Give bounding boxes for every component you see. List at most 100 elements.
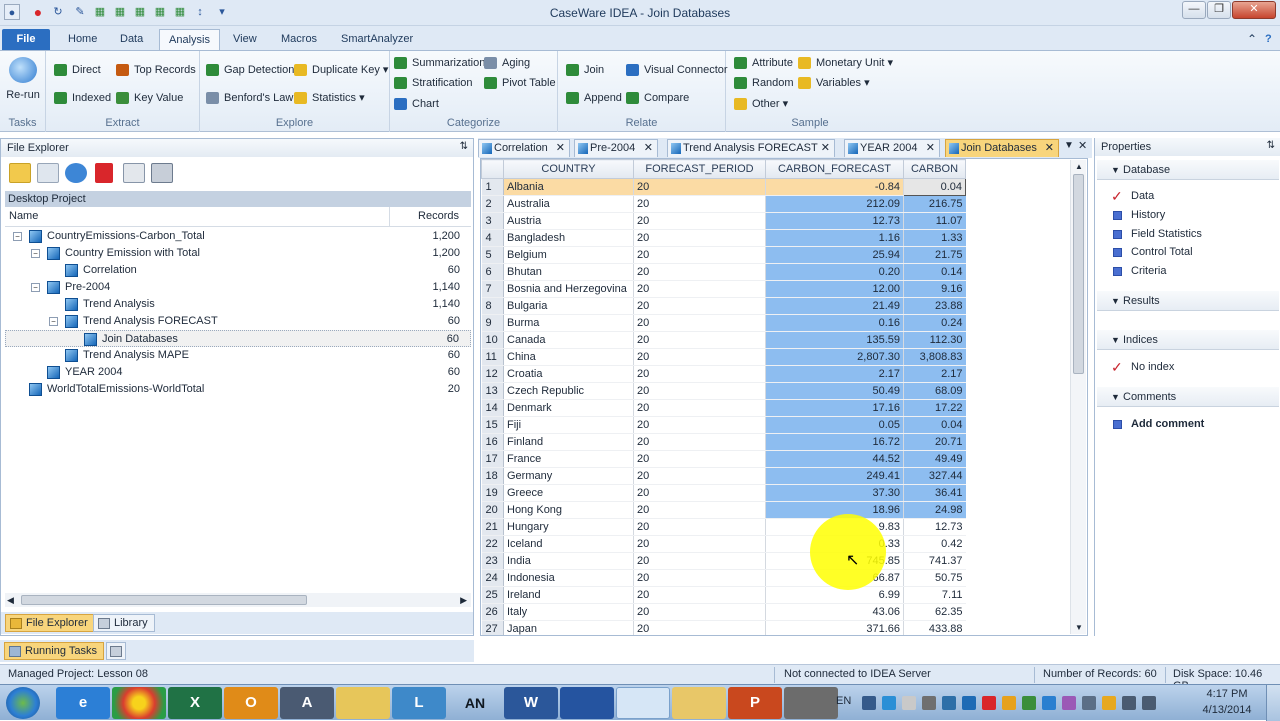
tray-icon[interactable] [862, 696, 876, 710]
cell-carbon[interactable]: 741.37 [903, 552, 966, 570]
tree-item[interactable]: − CountryEmissions-Carbon_Total 1,200 [5, 228, 471, 245]
refresh-icon[interactable] [65, 163, 87, 183]
rerun-icon[interactable] [9, 57, 37, 83]
taskbar-app-chrome[interactable] [112, 687, 166, 719]
scroll-down-icon[interactable]: ▼ [1075, 623, 1083, 632]
table-row[interactable]: 23India20745.85741.37 [481, 552, 966, 570]
cell-forecast-period[interactable]: 20 [633, 586, 766, 604]
show-desktop-button[interactable] [1266, 685, 1280, 721]
close-all-icon[interactable]: ✕ [1078, 139, 1087, 152]
duplicate-key-button[interactable]: Duplicate Key ▾ [294, 61, 388, 79]
tab-home[interactable]: Home [59, 29, 106, 50]
cell-forecast-period[interactable]: 20 [633, 603, 766, 621]
cell-carbon[interactable]: 7.11 [903, 586, 966, 604]
section-comments[interactable]: ▼ Comments [1097, 387, 1279, 407]
tab-smartanalyzer[interactable]: SmartAnalyzer [332, 29, 422, 50]
table-row[interactable]: 16 Finland 20 16.72 20.71 [481, 433, 966, 451]
row-number[interactable]: 23 [481, 552, 504, 570]
cell-forecast-period[interactable]: 20 [633, 297, 766, 315]
column-header-carbon-forecast[interactable]: CARBON_FORECAST [765, 159, 904, 179]
section-database[interactable]: ▼ Database [1097, 160, 1279, 180]
taskbar-app-powerpoint[interactable]: P [728, 687, 782, 719]
cell-country[interactable]: Belgium [503, 246, 634, 264]
row-number[interactable]: 20 [481, 501, 504, 519]
scrollbar-thumb[interactable] [1073, 174, 1084, 374]
doc-tab-pre-2004[interactable]: Pre-2004 ✕ [574, 139, 658, 157]
column-header-country[interactable]: COUNTRY [503, 159, 634, 179]
table-row[interactable]: 3 Austria 20 12.73 11.07 [481, 212, 966, 230]
row-number[interactable]: 27 [481, 620, 504, 635]
table-row[interactable]: 20 Hong Kong 20 18.96 24.98 [481, 501, 966, 519]
cell-carbon[interactable]: 12.73 [903, 518, 966, 536]
table-row[interactable]: 22 Iceland 20 0.33 0.42 [481, 535, 966, 553]
table-row[interactable]: 9 Burma 20 0.16 0.24 [481, 314, 966, 332]
property-history[interactable]: History [1097, 206, 1279, 225]
row-number[interactable]: 15 [481, 416, 504, 434]
cell-country[interactable]: Austria [503, 212, 634, 230]
tree-item[interactable]: Trend Analysis 1,140 [5, 296, 471, 313]
column-header-forecast-period[interactable]: FORECAST_PERIOD [633, 159, 766, 179]
cell-carbon[interactable]: 17.22 [903, 399, 966, 417]
taskbar-app-explorer[interactable] [672, 687, 726, 719]
tree-item[interactable]: Trend Analysis MAPE 60 [5, 347, 471, 364]
tree-item-selected[interactable]: Join Databases 60 [5, 330, 471, 347]
doc-tab-join-databases[interactable]: Join Databases ✕ [945, 139, 1059, 157]
row-number[interactable]: 6 [481, 263, 504, 281]
cell-carbon[interactable]: 62.35 [903, 603, 966, 621]
cell-forecast-period[interactable]: 20 [633, 212, 766, 230]
row-number[interactable]: 9 [481, 314, 504, 332]
cell-carbon[interactable]: 0.14 [903, 263, 966, 281]
other-button[interactable]: Other ▾ [734, 95, 788, 113]
join-button[interactable]: Join [566, 61, 604, 79]
tab-running-tasks[interactable]: Running Tasks [4, 642, 104, 660]
tray-icon[interactable] [882, 696, 896, 710]
cell-forecast-period[interactable]: 20 [633, 178, 766, 196]
row-number[interactable]: 21 [481, 518, 504, 536]
cell-forecast-period[interactable]: 20 [633, 382, 766, 400]
table-row[interactable]: 2 Australia 20 212.09 216.75 [481, 195, 966, 213]
tasks-extra-tab[interactable] [106, 642, 126, 660]
cell-carbon-forecast[interactable]: 0.20 [765, 263, 904, 281]
start-button[interactable] [6, 687, 40, 719]
variables-button[interactable]: Variables ▾ [798, 74, 870, 92]
scroll-up-icon[interactable]: ▲ [1075, 162, 1083, 171]
property-criteria[interactable]: Criteria [1097, 262, 1279, 281]
visual-connector-button[interactable]: Visual Connector [626, 61, 728, 79]
tray-icon[interactable] [1082, 696, 1096, 710]
tray-icon[interactable] [1002, 696, 1016, 710]
section-results[interactable]: ▼ Results [1097, 291, 1279, 311]
cell-country[interactable]: Hong Kong [503, 501, 634, 519]
table-row[interactable]: 21 Hungary 20 9.83 12.73 [481, 518, 966, 536]
table-row[interactable]: 27 Japan 20 371.66 433.88 [481, 620, 966, 635]
cell-forecast-period[interactable]: 20 [633, 467, 766, 485]
row-number[interactable]: 17 [481, 450, 504, 468]
cell-carbon[interactable]: 433.88 [903, 620, 966, 635]
cell-country[interactable]: Australia [503, 195, 634, 213]
tab-file-explorer[interactable]: File Explorer [5, 614, 95, 632]
taskbar-app-lync[interactable]: L [392, 687, 446, 719]
cell-country[interactable]: France [503, 450, 634, 468]
tray-icon[interactable] [1062, 696, 1076, 710]
taskbar-app-an[interactable]: AN [448, 687, 502, 719]
property-field-statistics[interactable]: Field Statistics [1097, 225, 1279, 244]
cell-forecast-period[interactable]: 20 [633, 518, 766, 536]
properties-icon[interactable] [151, 163, 173, 183]
maximize-button[interactable]: ❐ [1207, 1, 1231, 19]
cell-carbon[interactable]: 23.88 [903, 297, 966, 315]
cell-carbon-forecast[interactable]: 25.94 [765, 246, 904, 264]
taskbar-app-word[interactable]: W [504, 687, 558, 719]
clock-date[interactable]: 4/13/2014 [1196, 704, 1258, 716]
collapse-icon[interactable]: − [31, 283, 40, 292]
table-row[interactable]: 13 Czech Republic 20 50.49 68.09 [481, 382, 966, 400]
table-row[interactable]: 6 Bhutan 20 0.20 0.14 [481, 263, 966, 281]
cell-carbon[interactable]: 50.75 [903, 569, 966, 587]
tree-item[interactable]: − Country Emission with Total 1,200 [5, 245, 471, 262]
cell-forecast-period[interactable]: 20 [633, 229, 766, 247]
cell-carbon-forecast[interactable]: 37.30 [765, 484, 904, 502]
cell-country[interactable]: Bhutan [503, 263, 634, 281]
table-row[interactable]: 26 Italy 20 43.06 62.35 [481, 603, 966, 621]
row-number[interactable]: 4 [481, 229, 504, 247]
table-row[interactable]: 8 Bulgaria 20 21.49 23.88 [481, 297, 966, 315]
clock-time[interactable]: 4:17 PM [1196, 688, 1258, 700]
cell-country[interactable]: Bangladesh [503, 229, 634, 247]
